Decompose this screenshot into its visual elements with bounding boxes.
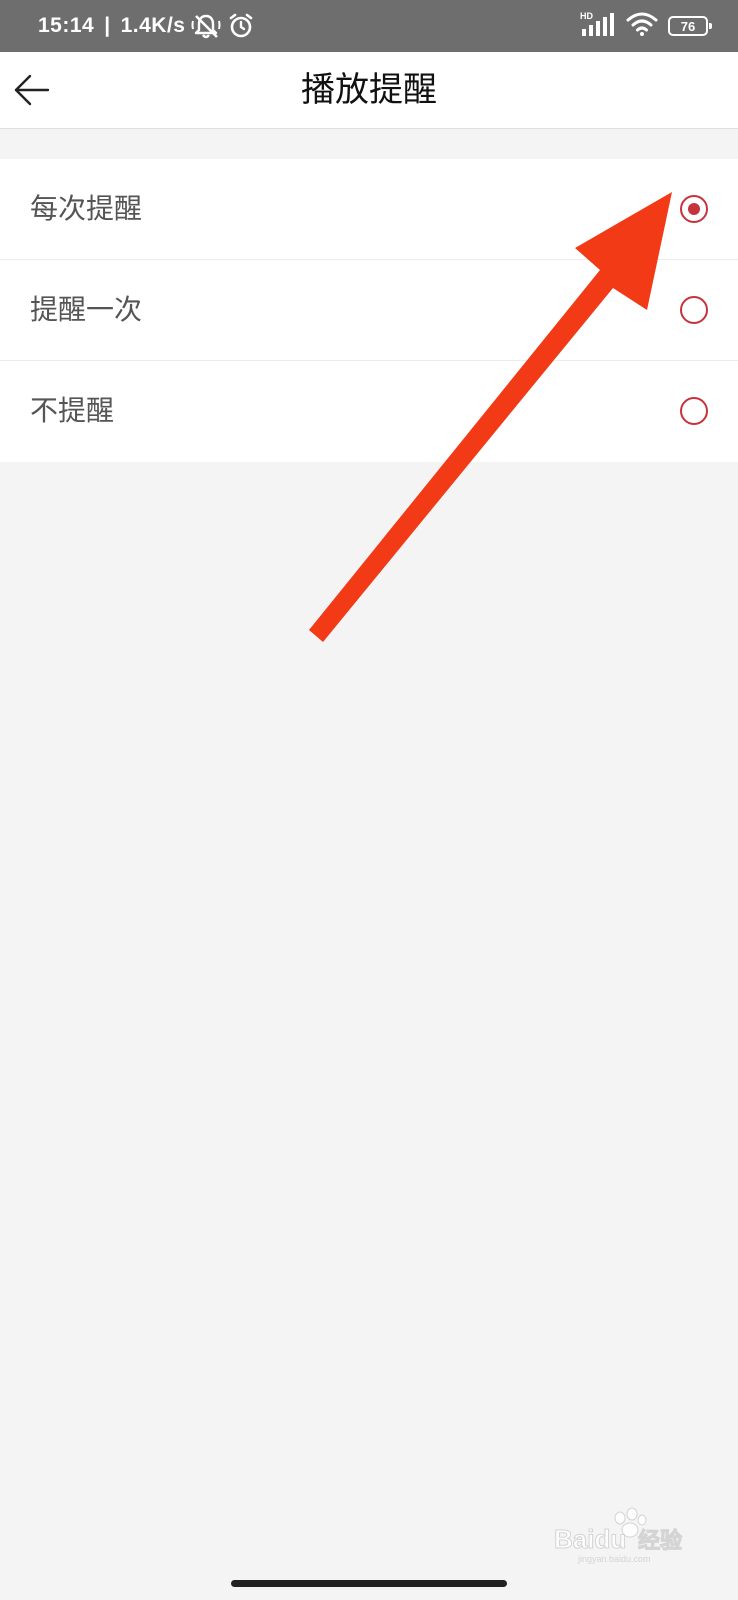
home-indicator[interactable] [231, 1580, 507, 1587]
option-never[interactable]: 不提醒 [0, 361, 738, 462]
battery-icon: 76 [668, 16, 712, 36]
watermark-brand-latin: Baidu [554, 1524, 626, 1554]
status-separator: | [104, 14, 111, 37]
status-time: 15:14 [38, 14, 95, 37]
signal-badge: HD [580, 11, 593, 21]
radio-selected[interactable] [680, 195, 708, 223]
status-right: HD 76 [580, 0, 712, 52]
radio-unselected[interactable] [680, 397, 708, 425]
alarm-clock-icon [227, 12, 255, 40]
status-left: 15:14 | 1.4K/s [38, 0, 255, 52]
hd-signal-icon: HD [580, 10, 616, 42]
option-label: 每次提醒 [30, 192, 143, 225]
baidu-jingyan-watermark: Baidu 经验 jingyan.baidu.com [554, 1507, 683, 1564]
watermark-brand-cn: 经验 [638, 1528, 682, 1554]
option-once[interactable]: 提醒一次 [0, 260, 738, 361]
option-label: 不提醒 [30, 394, 115, 427]
wifi-icon [626, 11, 658, 41]
option-every-time[interactable]: 每次提醒 [0, 159, 738, 260]
reminder-options-list: 每次提醒 提醒一次 不提醒 [0, 159, 738, 462]
option-label: 提醒一次 [30, 293, 143, 326]
muted-bell-icon [191, 11, 221, 41]
radio-dot [688, 203, 700, 215]
battery-level: 76 [680, 18, 696, 34]
watermark-url: jingyan.baidu.com [577, 1554, 651, 1564]
nav-bar: 播放提醒 [0, 52, 738, 129]
status-bar: 15:14 | 1.4K/s HD 76 [0, 0, 738, 52]
radio-unselected[interactable] [680, 296, 708, 324]
network-speed: 1.4K/s [120, 14, 186, 37]
page-title: 播放提醒 [301, 70, 437, 110]
